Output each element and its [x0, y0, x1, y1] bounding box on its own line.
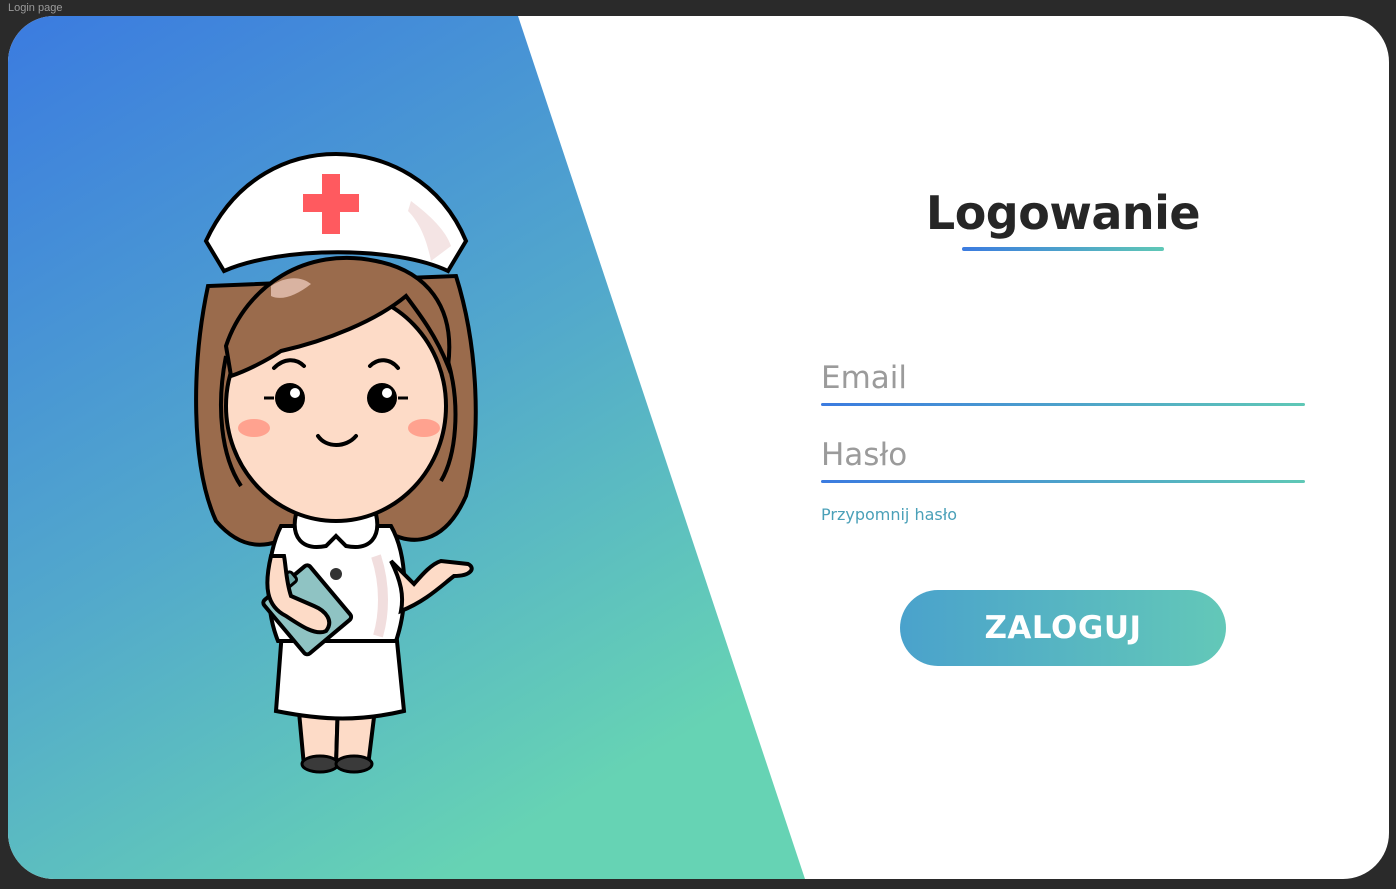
forgot-password-link[interactable]: Przypomnij hasło	[821, 505, 957, 524]
frame-label: Login page	[8, 2, 63, 14]
nurse-illustration-icon	[194, 151, 478, 774]
email-field-wrapper	[821, 356, 1305, 406]
login-button[interactable]: ZALOGUJ	[900, 590, 1226, 666]
email-input[interactable]	[821, 356, 1305, 400]
password-input[interactable]	[821, 433, 1305, 477]
email-underline	[821, 403, 1305, 406]
password-underline	[821, 480, 1305, 483]
password-field-wrapper	[821, 433, 1305, 483]
login-card: Logowanie Przypomnij hasło ZALOGUJ	[8, 16, 1389, 879]
page-title: Logowanie	[925, 186, 1201, 240]
title-underline	[962, 247, 1164, 251]
